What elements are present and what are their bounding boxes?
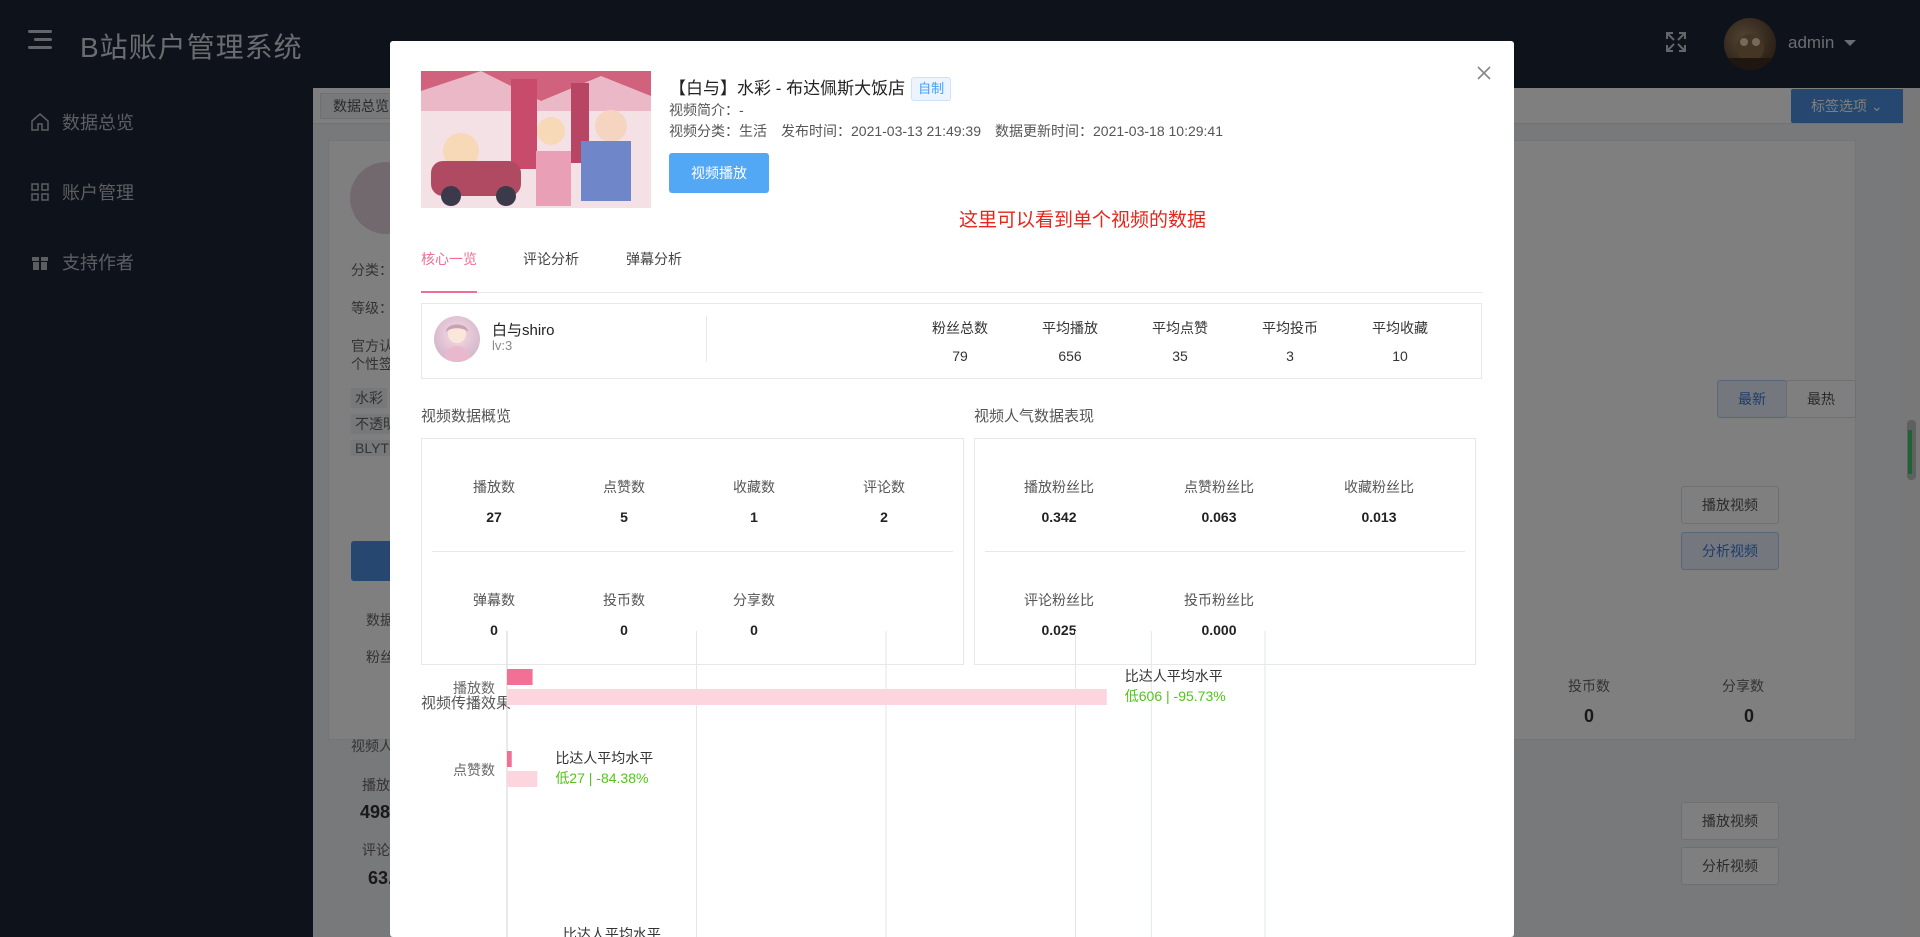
divider — [706, 316, 707, 362]
overview-cell: 点赞数 5 — [574, 477, 674, 525]
cell-value: 1 — [750, 509, 758, 525]
cell-value: 0.342 — [1041, 509, 1077, 525]
publish-time: 发布时间：2021-03-13 21:49:39 — [781, 123, 981, 139]
update-time: 数据更新时间：2021-03-18 10:29:41 — [995, 123, 1223, 139]
cell-label: 分享数 — [733, 592, 775, 608]
video-cover-image — [421, 71, 651, 208]
stat-value: 3 — [1286, 348, 1294, 364]
stat-value: 656 — [1058, 348, 1082, 364]
modal-tabs: 核心一览 评论分析 弹幕分析 — [421, 245, 1483, 293]
tab-danmaku-analysis[interactable]: 弹幕分析 — [626, 245, 682, 293]
tab-core-overview[interactable]: 核心一览 — [421, 245, 477, 293]
category-label: 播放数 — [453, 680, 495, 696]
category-label: 点赞数 — [453, 762, 495, 778]
author-stat: 平均投币 3 — [1245, 318, 1335, 364]
cell-label: 弹幕数 — [473, 592, 515, 608]
stat-value: 35 — [1172, 348, 1188, 364]
cell-value: 2 — [880, 509, 888, 525]
author-avatar — [434, 316, 480, 362]
cell-label: 评论粉丝比 — [1024, 592, 1094, 608]
stat-label: 平均点赞 — [1152, 320, 1208, 336]
cell-value: 27 — [486, 509, 502, 525]
cell-label: 点赞数 — [603, 479, 645, 495]
close-icon[interactable] — [1476, 65, 1492, 81]
cell-label: 收藏数 — [733, 479, 775, 495]
bar — [507, 751, 512, 767]
divider — [985, 551, 1465, 552]
original-tag: 自制 — [911, 77, 952, 101]
stat-label: 粉丝总数 — [932, 320, 988, 336]
annotation-title: 比达人平均水平 — [555, 750, 653, 766]
spread-bar-chart: 播放数比达人平均水平低606 | -95.73%点赞数比达人平均水平低27 | … — [453, 631, 1266, 937]
annotation-note: 这里可以看到单个视频的数据 — [959, 210, 1207, 231]
cell-label: 收藏粉丝比 — [1344, 479, 1414, 495]
video-category: 视频分类：生活 — [669, 123, 767, 139]
author-stat: 平均收藏 10 — [1355, 318, 1445, 364]
stat-label: 平均播放 — [1042, 320, 1098, 336]
overview-cell: 评论数 2 — [834, 477, 934, 525]
overview-title: 视频数据概览 — [421, 408, 512, 425]
stat-label: 平均投币 — [1262, 320, 1318, 336]
popularity-cell: 播放粉丝比 0.342 — [1009, 477, 1109, 525]
stat-value: 79 — [952, 348, 968, 364]
cell-value: 0.013 — [1361, 509, 1397, 525]
video-intro: 视频简介：- — [669, 102, 744, 118]
overview-cell: 收藏数 1 — [704, 477, 804, 525]
cell-label: 点赞粉丝比 — [1184, 479, 1254, 495]
popularity-cell: 收藏粉丝比 0.013 — [1329, 477, 1429, 525]
popularity-title: 视频人气数据表现 — [974, 408, 1095, 425]
cell-label: 播放数 — [473, 479, 515, 495]
author-name: 白与shiro — [492, 322, 555, 339]
annotation-title: 比达人平均水平 — [1125, 668, 1223, 684]
annotation-title: 比达人平均水平 — [563, 926, 661, 937]
cell-label: 评论数 — [863, 479, 905, 495]
author-summary: 白与shiro lv:3 粉丝总数 79 平均播放 656 平均点赞 35 平均投币 3… — [421, 303, 1482, 379]
video-meta: 视频分类：生活 发布时间：2021-03-13 21:49:39 数据更新时间：20… — [669, 121, 1237, 141]
video-detail-modal: 【白与】水彩 - 布达佩斯大饭店 自制 视频简介：- 视频分类：生活 发布时间：20… — [390, 41, 1514, 937]
author-level: lv:3 — [492, 338, 513, 353]
stat-value: 10 — [1392, 348, 1408, 364]
annotation-value: 低27 | -84.38% — [555, 770, 648, 786]
overview-cell: 播放数 27 — [444, 477, 544, 525]
video-play-button[interactable]: 视频播放 — [669, 153, 769, 193]
author-stat: 平均点赞 35 — [1135, 318, 1225, 364]
divider — [432, 551, 953, 552]
cell-label: 投币粉丝比 — [1184, 592, 1254, 608]
cell-value: 0.063 — [1201, 509, 1237, 525]
stat-label: 平均收藏 — [1372, 320, 1428, 336]
author-stat: 平均播放 656 — [1025, 318, 1115, 364]
annotation-value: 低606 | -95.73% — [1125, 688, 1226, 704]
bar — [507, 669, 533, 685]
bar — [507, 689, 1107, 705]
cell-value: 5 — [620, 509, 628, 525]
author-stat: 粉丝总数 79 — [915, 318, 1005, 364]
popularity-cell: 点赞粉丝比 0.063 — [1169, 477, 1269, 525]
bar — [507, 771, 538, 787]
cell-label: 播放粉丝比 — [1024, 479, 1094, 495]
tab-comment-analysis[interactable]: 评论分析 — [523, 245, 579, 293]
cell-label: 投币数 — [603, 592, 645, 608]
video-title-text: 【白与】水彩 - 布达佩斯大饭店 — [669, 79, 906, 98]
video-title: 【白与】水彩 - 布达佩斯大饭店 自制 — [669, 74, 952, 101]
